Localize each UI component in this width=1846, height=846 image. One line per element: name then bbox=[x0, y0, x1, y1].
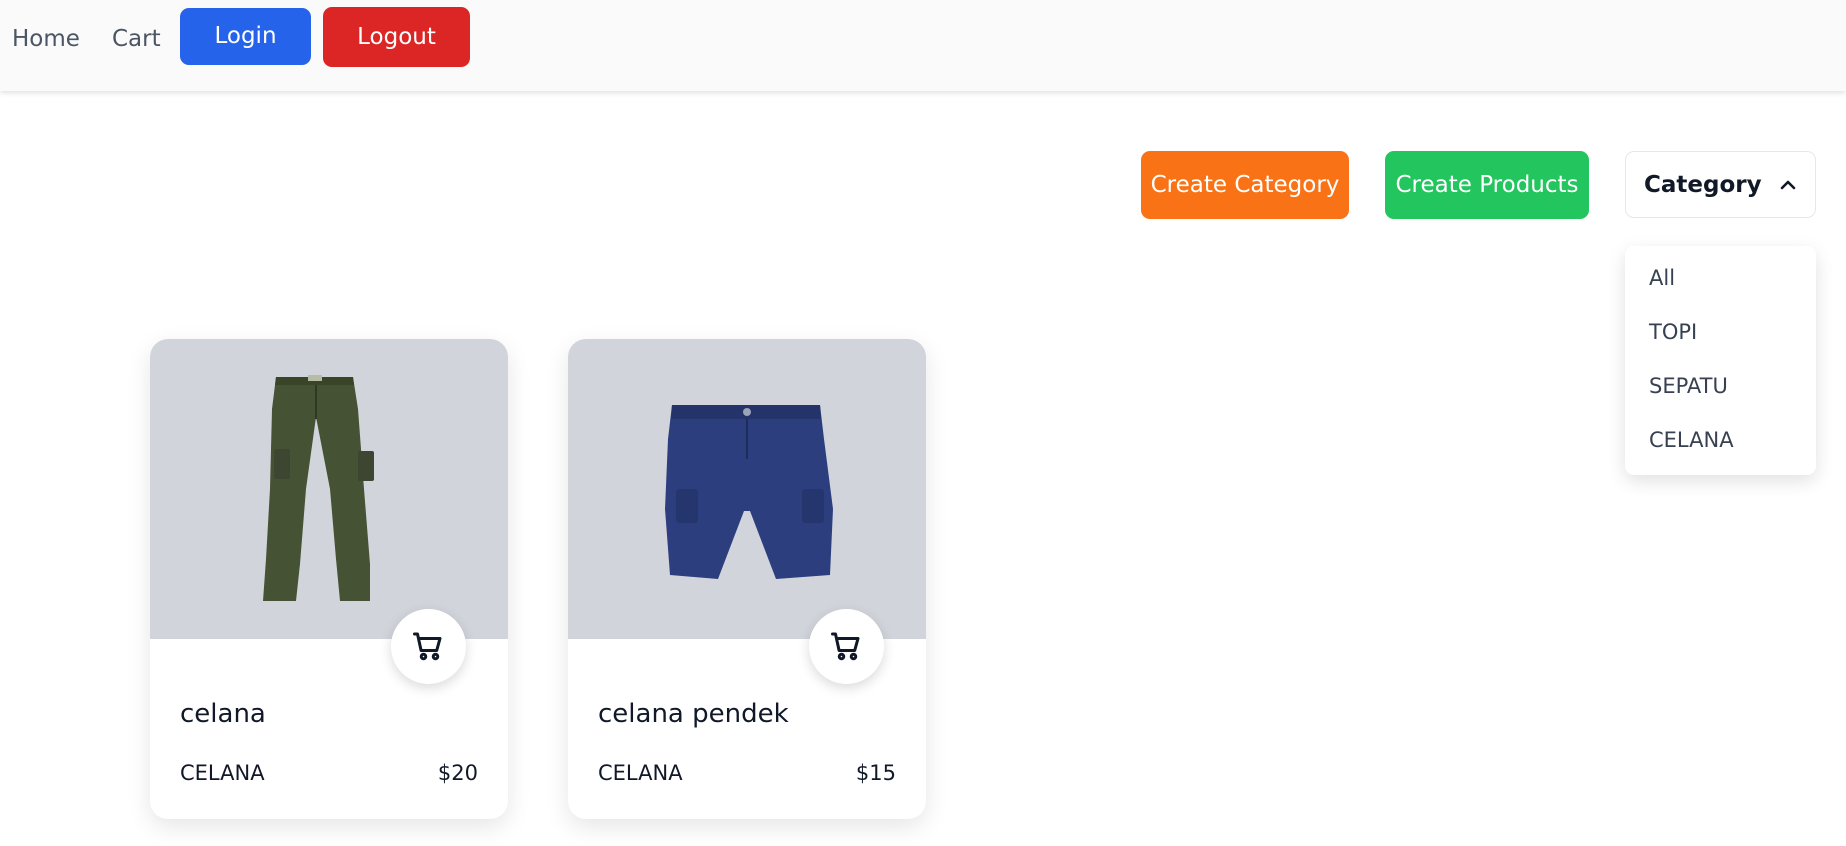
product-price: $20 bbox=[437, 761, 478, 785]
category-select-label: Category bbox=[1644, 172, 1762, 198]
chevron-up-icon bbox=[1778, 175, 1798, 195]
category-select[interactable]: Category bbox=[1625, 151, 1816, 218]
category-dropdown-menu: All TOPI SEPATU CELANA bbox=[1625, 246, 1816, 475]
login-button[interactable]: Login bbox=[180, 8, 311, 65]
dropdown-item-celana[interactable]: CELANA bbox=[1649, 425, 1734, 455]
product-card[interactable]: celana CELANA $20 bbox=[150, 339, 508, 819]
shopping-cart-icon bbox=[413, 632, 442, 661]
product-card[interactable]: celana pendek CELANA $15 bbox=[568, 339, 926, 819]
shopping-cart-icon bbox=[831, 632, 860, 661]
dropdown-item-sepatu[interactable]: SEPATU bbox=[1649, 371, 1728, 401]
add-to-cart-button[interactable] bbox=[809, 609, 884, 684]
create-products-button[interactable]: Create Products bbox=[1385, 151, 1589, 219]
product-title: celana bbox=[180, 699, 266, 729]
nav-cart-link[interactable]: Cart bbox=[112, 24, 161, 54]
product-category: CELANA bbox=[598, 761, 683, 785]
top-navbar: Home Cart Login Logout bbox=[0, 0, 1846, 91]
product-category: CELANA bbox=[180, 761, 265, 785]
product-title: celana pendek bbox=[598, 699, 789, 729]
dropdown-item-all[interactable]: All bbox=[1649, 263, 1675, 293]
create-category-button[interactable]: Create Category bbox=[1141, 151, 1349, 219]
nav-home-link[interactable]: Home bbox=[12, 24, 80, 54]
product-price: $15 bbox=[855, 761, 896, 785]
product-image bbox=[150, 339, 508, 639]
add-to-cart-button[interactable] bbox=[391, 609, 466, 684]
dropdown-item-topi[interactable]: TOPI bbox=[1649, 317, 1697, 347]
product-image bbox=[568, 339, 926, 639]
logout-button[interactable]: Logout bbox=[323, 7, 470, 67]
